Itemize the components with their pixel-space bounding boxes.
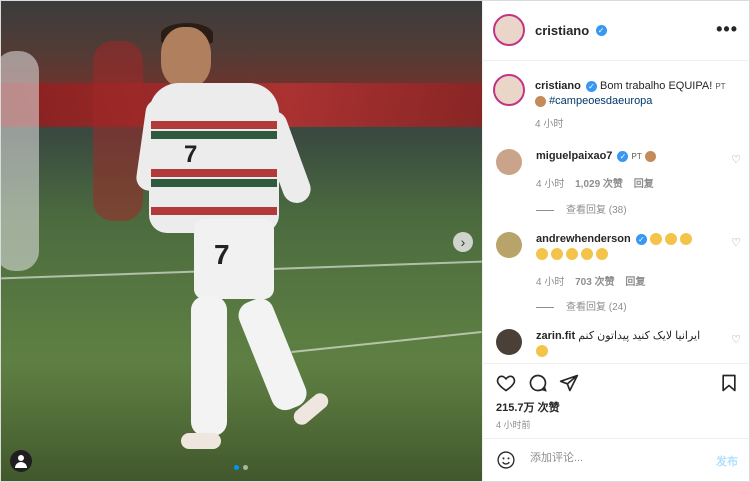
caption-time: 4 小时 [535,119,564,130]
comment-likes[interactable]: 1,029 次赞 [575,179,623,190]
carousel-next-button[interactable]: › [453,232,473,252]
shorts-number: 7 [214,239,230,270]
comment-likes[interactable]: 703 次赞 [575,277,614,288]
commenter-username[interactable]: zarin.fit [536,330,575,342]
add-comment-bar: 发布 [483,438,749,481]
carousel-dot-active [234,465,239,470]
post-dialog: 7 7 › cristiano ✓ ••• cristiano ✓ Bom tr [0,0,750,482]
grinning-emoji [536,345,548,358]
comment-icon[interactable] [528,373,548,393]
bookmark-icon[interactable] [719,373,739,393]
comment-text: ایرانیا لایک کنید پیداتون کنم [578,330,701,342]
carousel-dot [243,465,248,470]
caption-username[interactable]: cristiano [535,80,581,92]
comment-time: 4 小时 [536,277,565,288]
view-replies-button[interactable]: 查看回复 (38) [536,201,627,216]
post-side-panel: cristiano ✓ ••• cristiano ✓ Bom trabalho… [482,1,749,481]
commenter-avatar[interactable] [496,149,522,175]
comment-input[interactable] [528,451,702,465]
flexed-biceps-emoji [644,150,656,162]
post-header: cristiano ✓ ••• [483,1,749,61]
tag-user-icon[interactable] [10,450,32,472]
commenter-avatar[interactable] [496,329,522,355]
author-username[interactable]: cristiano [535,23,589,38]
post-comment-button[interactable]: 发布 [716,453,738,469]
flexed-biceps-emoji [535,95,546,107]
comment-item: andrewhenderson ✓ ♡ 4 小时 703 次赞 回复 查看回复 … [496,232,741,313]
hashtag-link[interactable]: #campeoesdaeuropa [549,95,652,107]
likes-count[interactable]: 215.7万 次赞 [496,399,560,415]
caption-text: Bom trabalho EQUIPA! [599,80,713,92]
comment-item: miguelpaixao7 ✓ PT ♡ 4 小时 1,029 次赞 回复 查看… [496,149,741,219]
share-icon[interactable] [559,373,579,393]
jersey-number: 7 [184,141,198,168]
reply-button[interactable]: 回复 [625,277,645,288]
caption: cristiano ✓ Bom trabalho EQUIPA! PT #cam… [535,79,735,132]
carousel-dots [234,465,248,470]
view-replies-button[interactable]: 查看回复 (24) [536,298,627,313]
post-actions: 215.7万 次赞 4 小时前 [483,363,749,439]
comment-item: zarin.fit ایرانیا لایک کنید پیداتون کنم … [496,329,741,363]
author-avatar[interactable] [493,14,525,46]
commenter-username[interactable]: miguelpaixao7 [536,150,612,162]
emoji-icon[interactable] [496,450,516,470]
reply-button[interactable]: 回复 [634,179,654,190]
post-photo: 7 7 › [1,1,482,481]
more-icon[interactable]: ••• [716,19,738,40]
verified-icon: ✓ [595,25,607,37]
commenter-avatar[interactable] [496,232,522,258]
verified-icon: ✓ [585,80,597,92]
posted-time: 4 小时前 [496,420,531,430]
flag-pt: PT [715,82,726,91]
commenter-username[interactable]: andrewhenderson [536,233,631,245]
caption-avatar[interactable] [493,74,525,106]
verified-icon: ✓ [617,150,629,162]
comment-text: PT [631,152,642,161]
comment-like-icon[interactable]: ♡ [731,333,741,346]
heart-icon[interactable] [496,373,516,393]
comment-like-icon[interactable]: ♡ [731,153,741,166]
verified-icon: ✓ [635,233,647,245]
comment-time: 4 小时 [536,179,565,190]
comment-like-icon[interactable]: ♡ [731,236,741,249]
